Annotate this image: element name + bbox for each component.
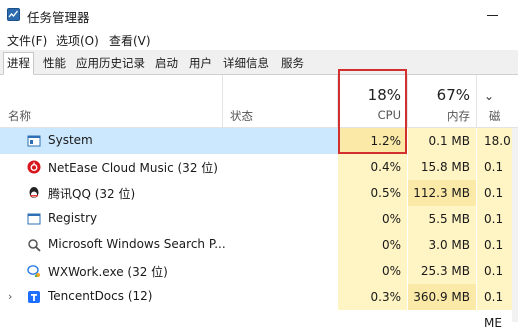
- memory-value: 360.9 MB: [408, 284, 476, 310]
- tab-services[interactable]: 服务: [278, 53, 307, 74]
- table-row[interactable]: Microsoft Windows Search P... 0% 3.0 MB …: [0, 232, 518, 278]
- table-row[interactable]: System 1.2% 0.1 MB 18.0 M: [0, 128, 518, 174]
- tab-details[interactable]: 详细信息: [220, 53, 272, 74]
- column-divider[interactable]: [222, 75, 223, 127]
- search-host-icon: [28, 239, 41, 252]
- tab-processes[interactable]: 进程: [3, 52, 34, 75]
- system-icon: [27, 135, 41, 147]
- memory-value: 112.3 MB: [408, 180, 476, 206]
- tab-performance[interactable]: 性能: [40, 53, 69, 74]
- menu-file[interactable]: 文件(F): [7, 32, 47, 49]
- cpu-value: 0%: [338, 206, 407, 232]
- process-name-cell: 腾讯QQ (32 位): [0, 180, 338, 206]
- table-row[interactable]: 腾讯QQ (32 位) 0.5% 112.3 MB 0.1 ME: [0, 180, 518, 226]
- process-name: Microsoft Windows Search P...: [48, 237, 226, 251]
- column-header: 名称 状态 18% CPU 67% 内存 ⌄ 磁: [0, 75, 518, 128]
- table-row[interactable]: › TencentDocs (12) 0.3% 360.9 MB 0.1 ME: [0, 284, 518, 330]
- vertical-scrollbar[interactable]: [512, 128, 518, 322]
- qq-icon: [29, 187, 39, 198]
- title-bar: 任务管理器: [0, 0, 518, 30]
- memory-value: 5.5 MB: [408, 206, 476, 232]
- process-name-cell: System: [0, 128, 338, 154]
- process-name: 腾讯QQ (32 位): [48, 187, 136, 201]
- cpu-highlight-box: [338, 69, 407, 154]
- process-name: WXWork.exe (32 位): [48, 265, 168, 279]
- column-name[interactable]: 名称: [8, 108, 31, 124]
- cpu-value: 0%: [338, 232, 407, 258]
- memory-percent: 67%: [436, 86, 470, 104]
- process-name: System: [48, 133, 93, 147]
- process-name-cell: Registry: [0, 206, 338, 232]
- tencent-docs-icon: [28, 291, 40, 303]
- tab-bar: 进程 性能 应用历史记录 启动 用户 详细信息 服务: [0, 50, 518, 75]
- memory-value: 15.8 MB: [408, 154, 476, 180]
- disk-label: 磁: [489, 109, 501, 123]
- process-name: Registry: [48, 211, 98, 225]
- menu-options[interactable]: 选项(O): [56, 32, 99, 49]
- column-status[interactable]: 状态: [230, 108, 253, 124]
- process-name-cell: Microsoft Windows Search P...: [0, 232, 338, 258]
- column-disk[interactable]: ⌄ 磁: [477, 75, 518, 127]
- memory-label: 内存: [447, 109, 470, 123]
- process-name-cell: WXWork.exe (32 位): [0, 258, 338, 284]
- process-name-cell: NetEase Cloud Music (32 位): [0, 154, 338, 180]
- menu-view[interactable]: 查看(V): [109, 32, 151, 49]
- tab-app-history[interactable]: 应用历史记录: [73, 53, 148, 74]
- process-name: TencentDocs (12): [48, 289, 153, 303]
- process-name-cell: › TencentDocs (12): [0, 284, 338, 310]
- menu-bar: 文件(F) 选项(O) 查看(V): [0, 30, 518, 49]
- cpu-value: 0%: [338, 258, 407, 284]
- table-row[interactable]: WXWork.exe (32 位) 0% 25.3 MB 0.1 ME: [0, 258, 518, 304]
- table-row[interactable]: NetEase Cloud Music (32 位) 0.4% 15.8 MB …: [0, 154, 518, 200]
- cpu-value: 0.3%: [338, 284, 407, 310]
- process-name: NetEase Cloud Music (32 位): [48, 161, 218, 175]
- chevron-down-icon: ⌄: [484, 89, 495, 103]
- tab-users[interactable]: 用户: [186, 53, 215, 74]
- column-memory[interactable]: 67% 内存: [408, 75, 476, 127]
- minimize-button[interactable]: [468, 0, 518, 30]
- cpu-value: 0.4%: [338, 154, 407, 180]
- memory-value: 25.3 MB: [408, 258, 476, 284]
- cpu-value: 0.5%: [338, 180, 407, 206]
- tab-startup[interactable]: 启动: [152, 53, 181, 74]
- wxwork-icon: [27, 265, 40, 278]
- memory-value: 0.1 MB: [408, 128, 476, 154]
- chevron-right-icon[interactable]: ›: [8, 290, 12, 303]
- memory-value: 3.0 MB: [408, 232, 476, 258]
- minimize-icon: [487, 15, 498, 16]
- window-title: 任务管理器: [27, 10, 90, 25]
- netease-music-icon: [27, 160, 41, 174]
- table-row[interactable]: Registry 0% 5.5 MB 0.1 ME: [0, 206, 518, 252]
- registry-icon: [27, 213, 41, 225]
- task-manager-icon: [7, 8, 20, 21]
